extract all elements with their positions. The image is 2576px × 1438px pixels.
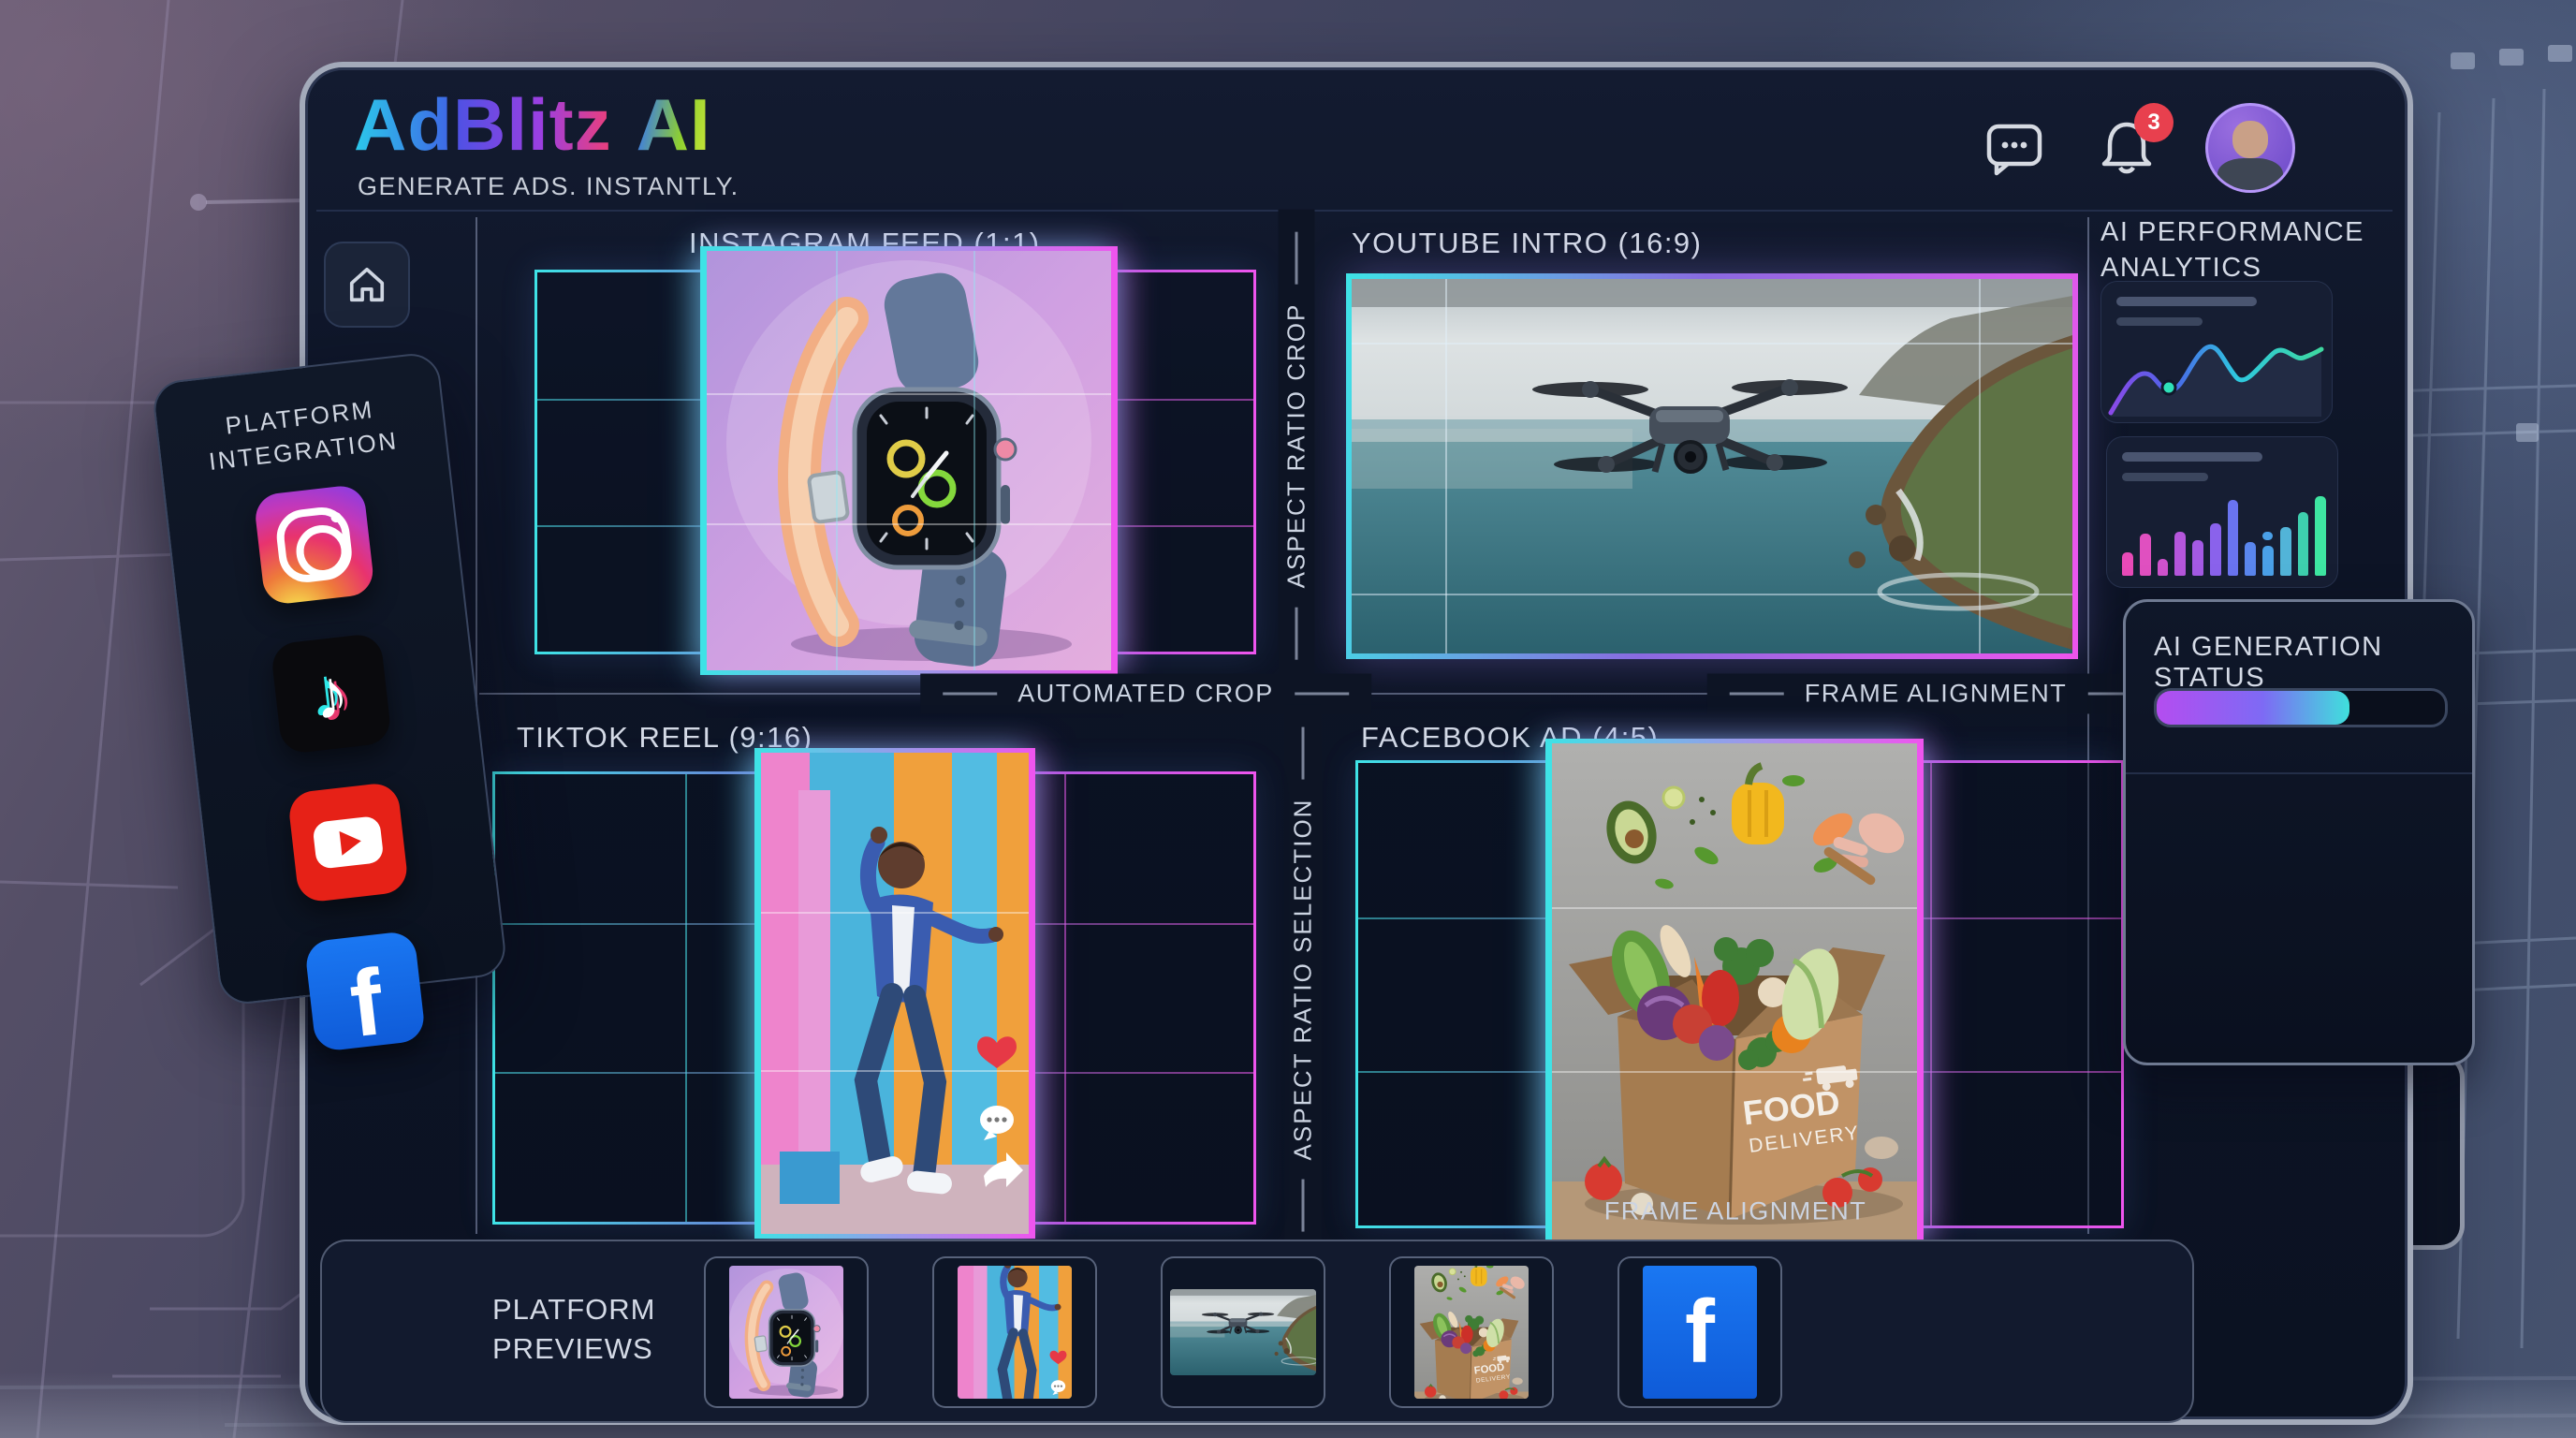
tiktok-crop-frame[interactable] (754, 753, 1035, 1234)
preview-thumb-tiktok[interactable] (932, 1256, 1097, 1408)
food-delivery-photo (1552, 743, 1917, 1240)
line-chart-card (2100, 281, 2333, 423)
tiktok-icon: ♪ (310, 653, 353, 736)
facebook-icon: f (346, 959, 388, 1048)
header-divider (316, 210, 2393, 212)
platform-previews-title: PLATFORM PREVIEWS (492, 1290, 698, 1369)
preview-thumb-facebook-ad[interactable] (1389, 1256, 1554, 1408)
dancer-photo (761, 753, 1029, 1234)
sidebar-item-facebook[interactable]: f (304, 931, 427, 1053)
platform-previews-bar: PLATFORM PREVIEWS f (320, 1240, 2194, 1423)
notifications-button[interactable]: 3 (2093, 114, 2160, 182)
chat-icon (1983, 119, 2045, 177)
facebook-logo-icon: f (1643, 1266, 1757, 1399)
preview-thumb-instagram[interactable] (704, 1256, 869, 1408)
home-icon (343, 260, 391, 309)
preview-thumb-youtube[interactable] (1161, 1256, 1325, 1408)
chat-button[interactable] (1981, 114, 2048, 182)
user-avatar[interactable] (2205, 103, 2295, 193)
dashboard-panel: AdBlitzAI GENERATE ADS. INSTANTLY. 3 INS (300, 62, 2413, 1425)
generation-progress-fill (2157, 691, 2349, 725)
smartwatch-photo (707, 251, 1111, 670)
generation-status-title: AI GENERATION STATUS (2154, 632, 2472, 694)
aspect-ratio-crop-label: ASPECT RATIO CROP (1279, 210, 1315, 682)
bar-chart-card (2106, 436, 2338, 588)
instagram-crop-frame[interactable] (700, 251, 1118, 670)
sidebar-item-instagram[interactable] (253, 484, 375, 607)
generation-status-panel: AI GENERATION STATUS (2123, 599, 2475, 1065)
aspect-ratio-selection-label: ASPECT RATIO SELECTION (1285, 705, 1322, 1255)
app-tagline: GENERATE ADS. INSTANTLY. (358, 172, 739, 201)
youtube-icon (312, 815, 384, 870)
chart-marker-dot (2162, 381, 2175, 394)
youtube-crop-frame[interactable] (1346, 273, 2078, 659)
frame-alignment-mid-label: FRAME ALIGNMENT (1707, 674, 2165, 714)
performance-line-chart (2107, 330, 2324, 417)
youtube-quadrant-title: YOUTUBE INTRO (16:9) (1352, 227, 1703, 260)
platform-integration-title: PLATFORM INTEGRATION (156, 385, 446, 485)
bar-chart (2122, 492, 2326, 576)
app-logo: AdBlitzAI (354, 82, 711, 168)
facebook-crop-frame[interactable] (1545, 743, 1924, 1240)
preview-thumb-facebook-logo[interactable]: f (1617, 1256, 1782, 1408)
frame-alignment-bottom-label: FRAME ALIGNMENT (1582, 1192, 1890, 1232)
generation-progress-bar (2154, 688, 2448, 727)
home-button[interactable] (324, 242, 410, 328)
drone-photo (1352, 279, 2072, 653)
notification-badge: 3 (2134, 103, 2174, 142)
sidebar-item-youtube[interactable] (287, 782, 410, 904)
sidebar-item-tiktok[interactable]: ♪ (271, 633, 393, 756)
analytics-title: AI PERFORMANCE ANALYTICS (2100, 215, 2372, 286)
